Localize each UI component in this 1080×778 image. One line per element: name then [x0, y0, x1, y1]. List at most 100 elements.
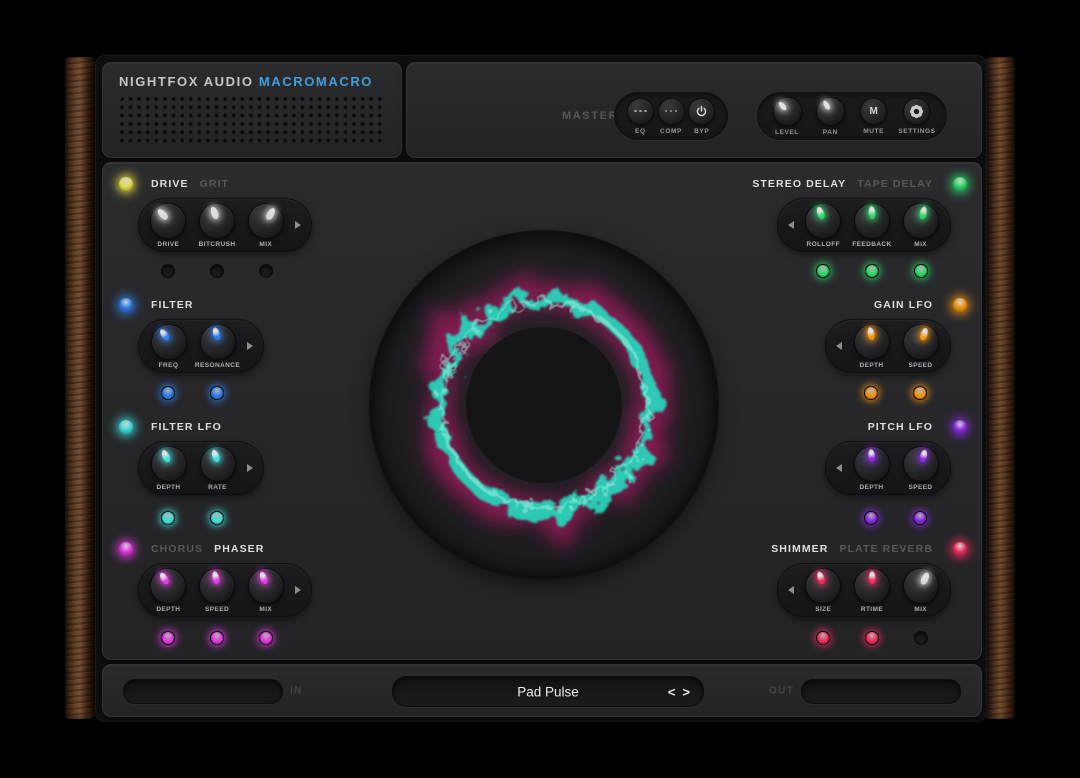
drive-mode-drive[interactable]: DRIVE: [151, 178, 189, 190]
arrow-triangle: [836, 464, 842, 472]
shimmer-rtime-knob[interactable]: [854, 568, 890, 604]
gain-lfo-prev-arrow-icon[interactable]: [832, 342, 846, 350]
filter-freq-knob[interactable]: [151, 324, 187, 360]
drive-power-led[interactable]: [119, 177, 133, 191]
led-cell: [847, 386, 894, 400]
filter-power-led[interactable]: [119, 298, 133, 312]
filter-lfo-power-led[interactable]: [119, 420, 133, 434]
knob-indicator: [802, 564, 845, 607]
led-spacer: [831, 386, 845, 400]
drive-next-arrow-icon[interactable]: [291, 221, 305, 229]
gain-lfo-led-1[interactable]: [913, 386, 927, 400]
shimmer-mode-plate-reverb[interactable]: PLATE REVERB: [839, 543, 933, 555]
shimmer-mode-shimmer[interactable]: SHIMMER: [771, 543, 828, 555]
gear-icon: [908, 103, 925, 120]
chorus-led-1[interactable]: [210, 631, 224, 645]
mute-m-icon: M: [869, 106, 877, 117]
settings-control: SETTINGS: [900, 98, 934, 135]
drive-bitcrush-knob[interactable]: [199, 203, 235, 239]
led-spacer: [783, 631, 797, 645]
filter-led-1[interactable]: [210, 386, 224, 400]
filter-lfo-depth-knob[interactable]: [151, 446, 187, 482]
stereo-delay-led-0[interactable]: [816, 264, 830, 278]
eq-button[interactable]: EQ: [625, 98, 656, 135]
filter-next-arrow-icon[interactable]: [243, 342, 257, 350]
stereo-delay-mode-stereo-delay[interactable]: STEREO DELAY: [752, 178, 846, 190]
pitch-lfo-controls: DEPTHSPEED: [825, 441, 951, 495]
pitch-lfo-depth-knob[interactable]: [854, 446, 890, 482]
knob-pointer: [159, 448, 171, 462]
chorus-next-arrow-icon[interactable]: [291, 586, 305, 594]
gain-lfo-depth-knob[interactable]: [854, 324, 890, 360]
knob-indicator: [243, 197, 289, 243]
shimmer-led-1[interactable]: [865, 631, 879, 645]
comp-button-label: COMP: [660, 128, 682, 135]
knob-indicator: [900, 443, 941, 484]
gain-lfo-power-led[interactable]: [953, 298, 967, 312]
chorus-depth-knob[interactable]: [150, 568, 186, 604]
pitch-lfo-power-led[interactable]: [953, 420, 967, 434]
stereo-delay-power-led[interactable]: [953, 177, 967, 191]
mute-label: MUTE: [863, 128, 884, 135]
filter-lfo-rate-knob[interactable]: [200, 446, 236, 482]
pitch-lfo-led-1[interactable]: [913, 511, 927, 525]
filter-led-0[interactable]: [161, 386, 175, 400]
pan-knob[interactable]: [816, 97, 845, 126]
filter-lfo-led-0[interactable]: [161, 511, 175, 525]
filter-lfo-next-arrow-icon[interactable]: [243, 464, 257, 472]
shimmer-prev-arrow-icon[interactable]: [784, 586, 798, 594]
bypass-button-label: BYP: [694, 128, 709, 135]
shimmer-mix-knob[interactable]: [903, 568, 939, 604]
shimmer-led-2[interactable]: [914, 631, 928, 645]
stereo-delay-prev-arrow-icon[interactable]: [784, 221, 798, 229]
chorus-mix-knob[interactable]: [248, 568, 284, 604]
stereo-delay-controls: ROLLOFFFEEDBACKMIX: [777, 198, 951, 252]
chorus-power-led[interactable]: [119, 542, 133, 556]
filter-resonance-knob[interactable]: [200, 324, 236, 360]
drive-drive-knob[interactable]: [150, 203, 186, 239]
shimmer-power-led[interactable]: [953, 542, 967, 556]
stereo-delay-led-2[interactable]: [914, 264, 928, 278]
knob-indicator: [900, 200, 940, 240]
knob-indicator: [195, 199, 239, 243]
led-cell: [144, 631, 191, 645]
chorus-mode-chorus[interactable]: CHORUS: [151, 543, 203, 555]
led-cell: [799, 631, 846, 645]
level-knob[interactable]: [773, 97, 802, 126]
preset-next-button[interactable]: >: [682, 685, 690, 698]
filter-lfo-led-1[interactable]: [210, 511, 224, 525]
chorus-led-0[interactable]: [161, 631, 175, 645]
mute-button[interactable]: M: [860, 98, 887, 125]
pitch-lfo-speed-knob[interactable]: [903, 446, 939, 482]
gain-lfo-controls: DEPTHSPEED: [825, 319, 951, 373]
drive-mode-grit[interactable]: GRIT: [200, 178, 229, 190]
chorus-depth-cell: DEPTH: [145, 568, 192, 613]
shimmer-led-0[interactable]: [816, 631, 830, 645]
drive-mix-knob[interactable]: [248, 203, 284, 239]
chorus-mode-phaser[interactable]: PHASER: [214, 543, 264, 555]
pitch-lfo-prev-arrow-icon[interactable]: [832, 464, 846, 472]
settings-button[interactable]: [903, 98, 930, 125]
input-meter: [123, 679, 283, 704]
stereo-delay-mode-tape-delay[interactable]: TAPE DELAY: [857, 178, 933, 190]
led-cell: [848, 631, 895, 645]
drive-led-2[interactable]: [259, 264, 273, 278]
drive-led-0[interactable]: [161, 264, 175, 278]
stereo-delay-rolloff-knob[interactable]: [805, 203, 841, 239]
gain-lfo-speed-knob[interactable]: [903, 324, 939, 360]
preset-selector[interactable]: Pad Pulse < >: [392, 676, 704, 707]
drive-led-1[interactable]: [210, 264, 224, 278]
gain-lfo-title: GAIN LFO: [874, 299, 933, 311]
filter-lfo-rate-label: RATE: [208, 484, 227, 491]
stereo-delay-feedback-knob[interactable]: [854, 203, 890, 239]
comp-button[interactable]: COMP: [656, 98, 687, 135]
stereo-delay-led-1[interactable]: [865, 264, 879, 278]
stereo-delay-mix-knob[interactable]: [903, 203, 939, 239]
chorus-led-2[interactable]: [259, 631, 273, 645]
shimmer-size-knob[interactable]: [805, 568, 841, 604]
preset-prev-button[interactable]: <: [668, 685, 676, 698]
bypass-button[interactable]: BYP: [686, 98, 717, 135]
chorus-speed-knob[interactable]: [199, 568, 235, 604]
pitch-lfo-led-0[interactable]: [864, 511, 878, 525]
gain-lfo-led-0[interactable]: [864, 386, 878, 400]
